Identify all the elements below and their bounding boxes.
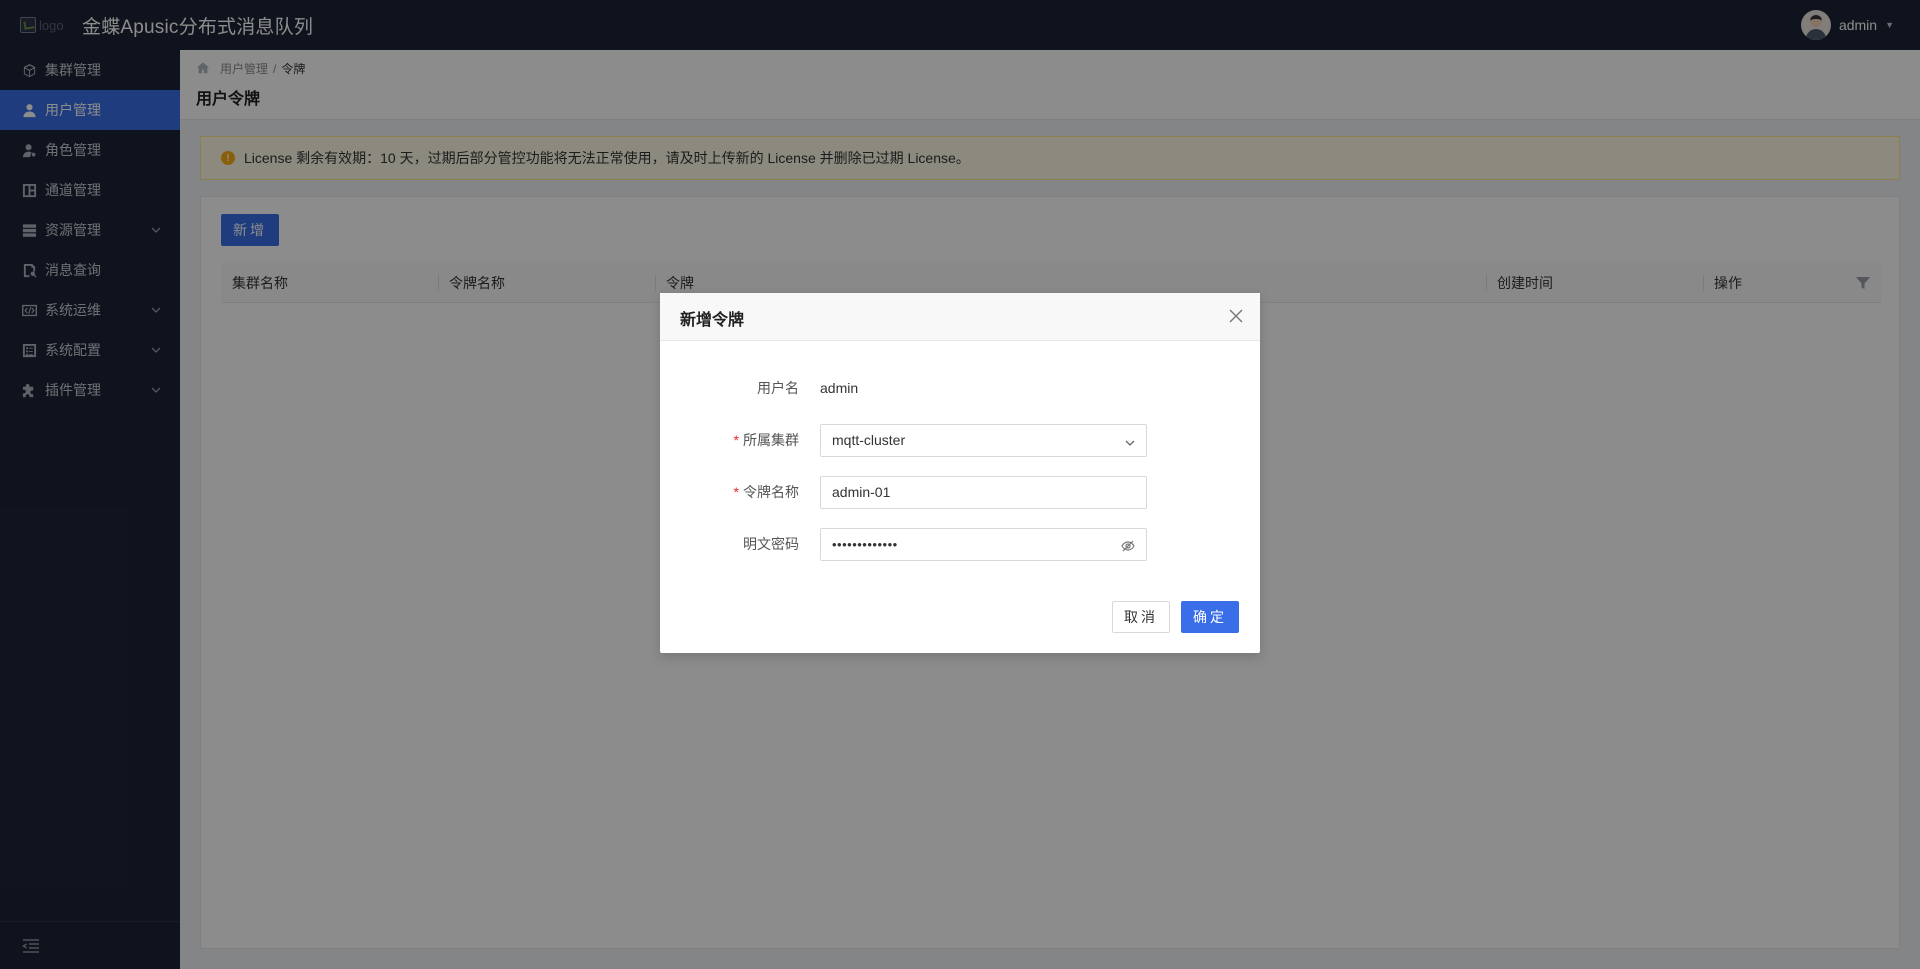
username-label: 用户名: [757, 380, 799, 396]
cancel-button[interactable]: 取消: [1112, 601, 1170, 633]
form-row-cluster: * 所属集群 mqtt-cluster: [660, 423, 1260, 457]
username-value: admin: [820, 380, 859, 396]
token-name-input-value: admin-01: [832, 484, 891, 500]
token-name-label: * 令牌名称: [734, 482, 799, 502]
chevron-down-icon: [1124, 436, 1136, 448]
confirm-button[interactable]: 确定: [1181, 601, 1239, 633]
add-token-dialog: 新增令牌 用户名 admin * 所属集群 mqtt-cluster * 令牌名称 …: [660, 293, 1260, 653]
required-mark: *: [733, 432, 739, 448]
password-input[interactable]: •••••••••••••: [820, 527, 1147, 561]
token-name-input[interactable]: admin-01: [820, 475, 1147, 509]
cluster-label: * 所属集群: [734, 430, 799, 450]
form-row-token-name: * 令牌名称 admin-01: [660, 475, 1260, 509]
password-label: 明文密码: [743, 536, 799, 552]
dialog-header: 新增令牌: [660, 293, 1260, 341]
dialog-title: 新增令牌: [680, 312, 745, 329]
token-name-label-text: 令牌名称: [743, 484, 799, 500]
close-icon[interactable]: [1228, 308, 1244, 324]
required-mark: *: [733, 484, 739, 500]
cluster-label-text: 所属集群: [743, 432, 799, 448]
eye-invisible-icon[interactable]: [1121, 539, 1135, 553]
cluster-select[interactable]: mqtt-cluster: [820, 423, 1147, 457]
password-input-value: •••••••••••••: [832, 536, 898, 552]
form-row-password: 明文密码 •••••••••••••: [660, 527, 1260, 561]
cluster-select-value: mqtt-cluster: [832, 432, 906, 448]
form-row-username: 用户名 admin: [660, 371, 1260, 405]
